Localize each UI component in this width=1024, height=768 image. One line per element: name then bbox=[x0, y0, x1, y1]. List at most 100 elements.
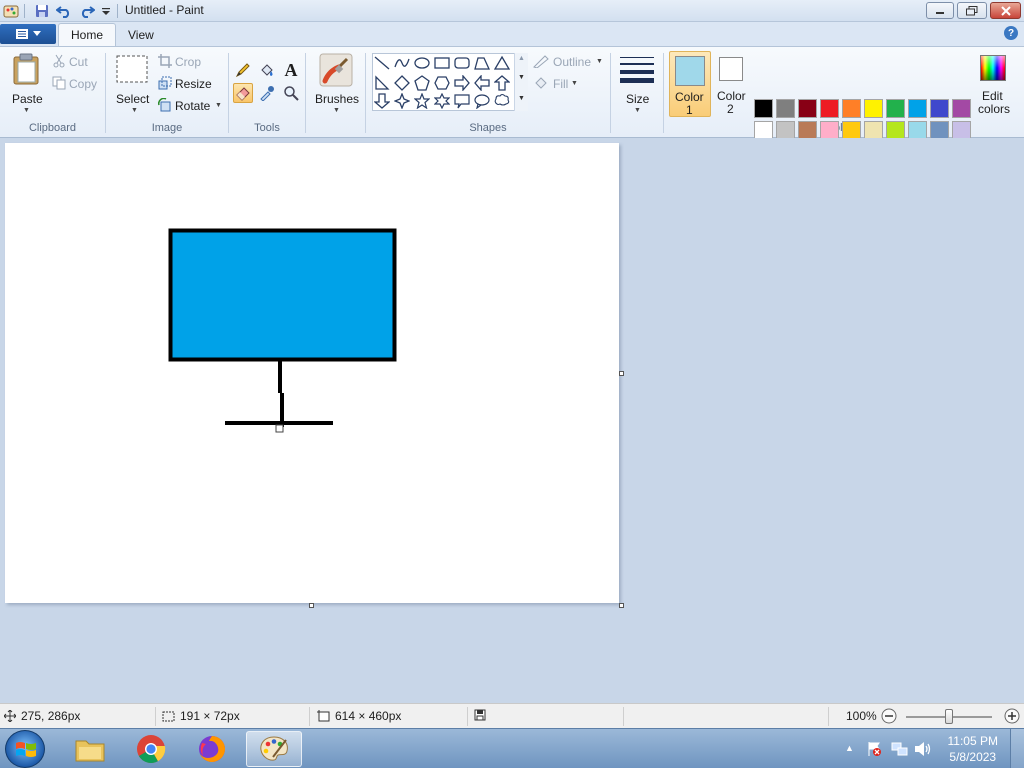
tab-view[interactable]: View bbox=[116, 23, 166, 46]
color-picker-tool[interactable] bbox=[257, 83, 277, 103]
taskbar-chrome[interactable] bbox=[123, 731, 179, 767]
right-arrow-shape[interactable] bbox=[453, 74, 471, 92]
color1-button[interactable]: Color 1 bbox=[669, 51, 711, 117]
action-center-icon[interactable] bbox=[866, 741, 882, 760]
scroll-down-icon[interactable]: ▼ bbox=[518, 74, 525, 81]
select-label: Select bbox=[116, 92, 150, 106]
palette-swatch[interactable] bbox=[952, 99, 971, 118]
outline-dropdown[interactable]: Outline ▼ bbox=[533, 53, 607, 71]
network-icon[interactable] bbox=[891, 741, 909, 760]
show-hidden-icons-arrow[interactable]: ▲ bbox=[845, 743, 854, 753]
canvas-resize-handle-right[interactable] bbox=[619, 371, 624, 376]
oval-callout-shape[interactable] bbox=[473, 92, 491, 110]
five-point-star-shape[interactable] bbox=[413, 92, 431, 110]
fill-tool[interactable] bbox=[257, 60, 277, 80]
save-icon[interactable] bbox=[34, 3, 50, 19]
paint-app-icon[interactable] bbox=[3, 3, 19, 19]
zoom-in-button[interactable] bbox=[1004, 708, 1020, 724]
rectangle-shape[interactable] bbox=[433, 54, 451, 72]
restore-button[interactable] bbox=[957, 2, 987, 19]
palette-swatch[interactable] bbox=[798, 99, 817, 118]
paste-button[interactable]: Paste ▼ bbox=[4, 51, 48, 115]
oval-shape[interactable] bbox=[413, 54, 431, 72]
restore-icon bbox=[966, 5, 978, 15]
shape-resize-handle[interactable] bbox=[275, 424, 284, 433]
paste-dropdown-icon[interactable]: ▼ bbox=[23, 107, 30, 114]
tab-home[interactable]: Home bbox=[58, 23, 117, 46]
rounded-rectangle-shape[interactable] bbox=[453, 54, 471, 72]
zoom-slider-thumb[interactable] bbox=[945, 709, 953, 724]
brushes-dropdown-icon[interactable]: ▼ bbox=[333, 107, 340, 114]
triangle-shape[interactable] bbox=[493, 54, 511, 72]
six-point-star-shape[interactable] bbox=[433, 92, 451, 110]
hexagon-shape[interactable] bbox=[433, 74, 451, 92]
palette-swatch[interactable] bbox=[776, 99, 795, 118]
polygon-shape[interactable] bbox=[473, 54, 491, 72]
palette-swatch[interactable] bbox=[754, 99, 773, 118]
color2-button[interactable]: Color 2 bbox=[714, 51, 750, 117]
diamond-shape[interactable] bbox=[393, 74, 411, 92]
pencil-tool[interactable] bbox=[233, 60, 253, 80]
volume-icon[interactable] bbox=[914, 741, 932, 760]
scroll-up-icon[interactable]: ▲ bbox=[518, 55, 525, 62]
size-dropdown-icon[interactable]: ▼ bbox=[634, 107, 641, 114]
palette-swatch[interactable] bbox=[842, 99, 861, 118]
help-icon[interactable]: ? bbox=[1004, 26, 1018, 40]
rotate-button[interactable]: Rotate ▼ bbox=[158, 97, 224, 115]
edit-colors-button[interactable]: Edit colors bbox=[976, 51, 1012, 117]
palette-swatch[interactable] bbox=[886, 99, 905, 118]
pentagon-shape[interactable] bbox=[413, 74, 431, 92]
gallery-expand-icon[interactable]: ▼ bbox=[518, 95, 525, 102]
taskbar-file-explorer[interactable] bbox=[62, 731, 118, 767]
size-button[interactable]: Size ▼ bbox=[614, 51, 660, 119]
customize-toolbar-dropdown-icon[interactable] bbox=[98, 3, 114, 19]
rotate-dropdown-icon[interactable]: ▼ bbox=[215, 102, 222, 109]
line-shape[interactable] bbox=[373, 54, 391, 72]
text-tool[interactable]: A bbox=[281, 60, 301, 80]
zoom-out-button[interactable] bbox=[881, 708, 897, 724]
eraser-tool[interactable] bbox=[233, 83, 253, 103]
color-picker-icon bbox=[260, 86, 274, 101]
select-dropdown-icon[interactable]: ▼ bbox=[131, 107, 138, 114]
rectangular-callout-shape[interactable] bbox=[453, 92, 471, 110]
undo-icon[interactable] bbox=[56, 3, 72, 19]
redo-icon[interactable] bbox=[79, 3, 95, 19]
up-arrow-shape[interactable] bbox=[493, 74, 511, 92]
palette-swatch[interactable] bbox=[864, 99, 883, 118]
paint-menu-button[interactable] bbox=[0, 24, 56, 44]
right-triangle-shape[interactable] bbox=[373, 74, 391, 92]
crop-button[interactable]: Crop bbox=[158, 53, 222, 71]
start-button[interactable] bbox=[5, 730, 45, 768]
palette-swatch[interactable] bbox=[820, 99, 839, 118]
shapes-gallery-scrollbar[interactable]: ▲ ▼ ▼ bbox=[514, 53, 528, 111]
canvas-resize-handle-corner[interactable] bbox=[619, 603, 624, 608]
resize-button[interactable]: Resize bbox=[158, 75, 222, 93]
edit-colors-label: Edit bbox=[982, 89, 1003, 103]
zoom-slider-track[interactable] bbox=[906, 709, 992, 724]
rectangular-selection-icon bbox=[116, 55, 148, 83]
cloud-callout-shape[interactable] bbox=[493, 92, 511, 110]
canvas-resize-handle-bottom[interactable] bbox=[309, 603, 314, 608]
outline-label: Outline bbox=[553, 55, 592, 69]
brushes-button[interactable]: Brushes ▼ bbox=[311, 51, 361, 119]
drawing-canvas[interactable] bbox=[5, 143, 619, 603]
show-desktop-button[interactable] bbox=[1010, 729, 1024, 768]
curve-shape[interactable] bbox=[393, 54, 411, 72]
palette-swatch[interactable] bbox=[930, 99, 949, 118]
fill-dropdown[interactable]: Fill ▼ bbox=[533, 75, 607, 93]
taskbar-paint[interactable] bbox=[246, 731, 302, 767]
left-arrow-shape[interactable] bbox=[473, 74, 491, 92]
copy-button[interactable]: Copy bbox=[52, 75, 102, 93]
magnifier-tool[interactable] bbox=[281, 83, 301, 103]
select-button[interactable]: Select ▼ bbox=[112, 51, 152, 115]
left-arrow-icon bbox=[474, 75, 490, 91]
palette-swatch[interactable] bbox=[908, 99, 927, 118]
system-clock[interactable]: 11:05 PM 5/8/2023 bbox=[948, 733, 998, 765]
minimize-button[interactable] bbox=[926, 2, 954, 19]
taskbar-firefox[interactable] bbox=[184, 731, 240, 767]
four-point-star-shape[interactable] bbox=[393, 92, 411, 110]
canvas-workspace[interactable] bbox=[0, 138, 1024, 703]
close-button[interactable] bbox=[990, 2, 1021, 19]
down-arrow-shape[interactable] bbox=[373, 92, 391, 110]
cut-button[interactable]: Cut bbox=[52, 53, 102, 71]
